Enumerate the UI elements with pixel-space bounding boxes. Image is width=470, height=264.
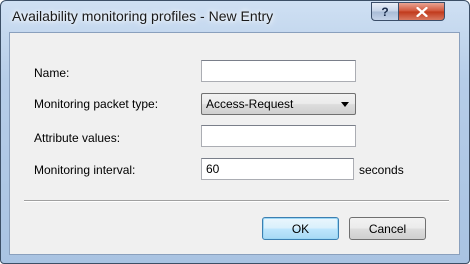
title-bar[interactable]: Availability monitoring profiles - New E… xyxy=(1,1,469,32)
close-icon xyxy=(415,6,428,17)
packet-type-dropdown[interactable]: Access-Request xyxy=(201,93,356,115)
window-title: Availability monitoring profiles - New E… xyxy=(12,8,274,24)
ok-button-label: OK xyxy=(291,221,310,236)
packet-type-selected-value: Access-Request xyxy=(206,97,294,111)
close-button[interactable] xyxy=(398,2,445,21)
attribute-values-label: Attribute values: xyxy=(34,131,121,145)
ok-button[interactable]: OK xyxy=(262,217,339,240)
dialog-content: Name: Monitoring packet type: Access-Req… xyxy=(9,32,460,255)
dropdown-arrow-icon xyxy=(341,102,349,107)
monitoring-interval-label: Monitoring interval: xyxy=(34,163,136,177)
cancel-button-label: Cancel xyxy=(368,221,407,236)
attribute-values-input[interactable] xyxy=(201,125,356,147)
separator xyxy=(24,200,449,202)
monitoring-interval-input[interactable]: 60 xyxy=(201,158,354,180)
interval-unit-label: seconds xyxy=(359,163,404,177)
dialog-window: Availability monitoring profiles - New E… xyxy=(0,0,470,264)
help-icon: ? xyxy=(381,4,389,19)
packet-type-label: Monitoring packet type: xyxy=(34,97,159,111)
cancel-button[interactable]: Cancel xyxy=(349,217,426,240)
name-input[interactable] xyxy=(201,60,356,82)
name-label: Name: xyxy=(34,66,70,80)
help-button[interactable]: ? xyxy=(371,2,399,21)
